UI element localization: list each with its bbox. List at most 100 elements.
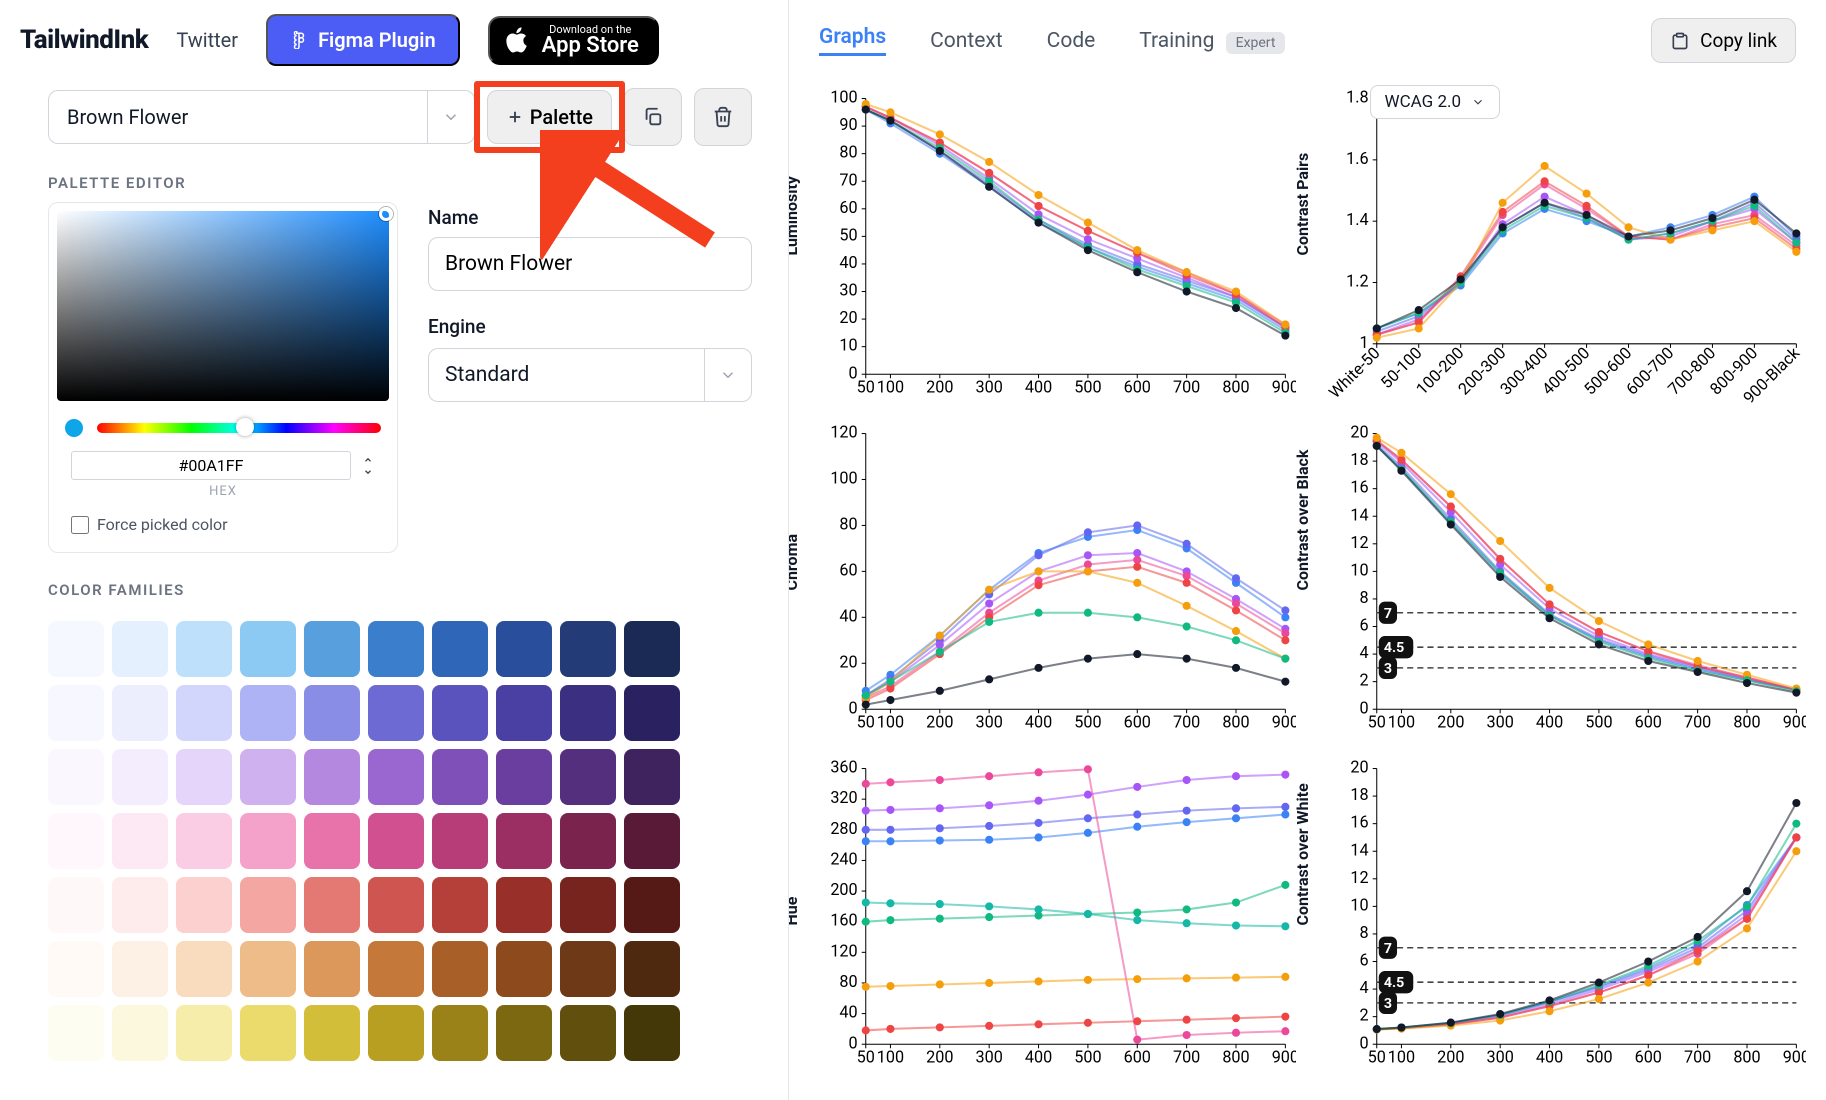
tab-code[interactable]: Code (1047, 29, 1096, 53)
color-swatch[interactable] (240, 813, 296, 869)
copy-palette-button[interactable] (624, 88, 682, 146)
engine-select[interactable]: Standard (428, 348, 752, 402)
color-swatch[interactable] (624, 877, 680, 933)
color-swatch[interactable] (304, 1005, 360, 1061)
color-swatch[interactable] (624, 749, 680, 805)
color-swatch[interactable] (304, 941, 360, 997)
color-swatch[interactable] (176, 749, 232, 805)
force-picked-color[interactable]: Force picked color (57, 499, 389, 534)
color-swatch[interactable] (496, 813, 552, 869)
add-palette-button[interactable]: Palette (487, 90, 612, 144)
color-swatch[interactable] (496, 941, 552, 997)
sv-handle[interactable] (379, 207, 393, 221)
color-swatch[interactable] (560, 941, 616, 997)
color-swatch[interactable] (112, 877, 168, 933)
color-swatch[interactable] (496, 877, 552, 933)
color-swatch[interactable] (624, 685, 680, 741)
chevron-up-icon[interactable] (361, 455, 375, 465)
color-swatch[interactable] (560, 813, 616, 869)
color-swatch[interactable] (560, 685, 616, 741)
color-swatch[interactable] (304, 685, 360, 741)
color-swatch[interactable] (112, 621, 168, 677)
svg-text:120: 120 (830, 941, 857, 960)
color-swatch[interactable] (48, 941, 104, 997)
delete-palette-button[interactable] (694, 88, 752, 146)
color-swatch[interactable] (624, 1005, 680, 1061)
color-swatch[interactable] (560, 1005, 616, 1061)
color-swatch[interactable] (112, 1005, 168, 1061)
color-swatch[interactable] (48, 749, 104, 805)
color-swatch[interactable] (240, 749, 296, 805)
tab-training[interactable]: Training Expert (1139, 29, 1285, 53)
color-swatch[interactable] (304, 749, 360, 805)
chevron-down-icon (704, 348, 752, 402)
color-swatch[interactable] (432, 685, 488, 741)
color-swatch[interactable] (48, 621, 104, 677)
color-swatch[interactable] (48, 877, 104, 933)
apple-icon (502, 25, 532, 55)
color-swatch[interactable] (496, 1005, 552, 1061)
sv-area[interactable] (57, 211, 389, 401)
color-swatch[interactable] (304, 813, 360, 869)
hex-input[interactable] (71, 451, 351, 480)
color-swatch[interactable] (368, 749, 424, 805)
chevron-down-icon[interactable] (361, 467, 375, 477)
color-swatch[interactable] (432, 813, 488, 869)
color-swatch[interactable] (624, 813, 680, 869)
color-swatch[interactable] (368, 685, 424, 741)
color-swatch[interactable] (112, 941, 168, 997)
svg-text:160: 160 (830, 911, 857, 930)
copy-link-button[interactable]: Copy link (1651, 18, 1796, 63)
palette-dropdown[interactable]: Brown Flower (48, 90, 475, 144)
color-swatch[interactable] (48, 685, 104, 741)
color-swatch[interactable] (432, 749, 488, 805)
svg-text:7: 7 (1383, 941, 1391, 957)
color-swatch[interactable] (432, 621, 488, 677)
force-checkbox[interactable] (71, 516, 89, 534)
color-swatch[interactable] (176, 1005, 232, 1061)
color-swatch[interactable] (240, 877, 296, 933)
color-swatch[interactable] (432, 877, 488, 933)
color-swatch[interactable] (560, 621, 616, 677)
color-swatch[interactable] (112, 813, 168, 869)
color-swatch[interactable] (624, 621, 680, 677)
color-swatch[interactable] (368, 877, 424, 933)
name-input[interactable] (428, 237, 752, 291)
color-swatch[interactable] (496, 685, 552, 741)
color-swatch[interactable] (368, 621, 424, 677)
color-swatch[interactable] (112, 685, 168, 741)
color-picker[interactable]: HEX Force picked color (48, 202, 398, 553)
color-swatch[interactable] (432, 941, 488, 997)
twitter-link[interactable]: Twitter (176, 28, 238, 52)
color-swatch[interactable] (624, 941, 680, 997)
color-swatch[interactable] (560, 877, 616, 933)
color-swatch[interactable] (368, 1005, 424, 1061)
tab-graphs[interactable]: Graphs (819, 25, 886, 56)
tab-context[interactable]: Context (930, 29, 1003, 53)
color-swatch[interactable] (304, 877, 360, 933)
color-swatch[interactable] (48, 813, 104, 869)
color-swatch[interactable] (560, 749, 616, 805)
color-swatch[interactable] (176, 877, 232, 933)
color-swatch[interactable] (304, 621, 360, 677)
color-swatch[interactable] (176, 621, 232, 677)
color-swatch[interactable] (240, 941, 296, 997)
color-swatch[interactable] (240, 621, 296, 677)
color-swatch[interactable] (496, 749, 552, 805)
color-swatch[interactable] (432, 1005, 488, 1061)
hue-slider[interactable] (97, 423, 381, 433)
color-swatch[interactable] (112, 749, 168, 805)
color-swatch[interactable] (240, 685, 296, 741)
color-swatch[interactable] (368, 813, 424, 869)
color-swatch[interactable] (176, 941, 232, 997)
hue-handle[interactable] (236, 418, 254, 436)
color-swatch[interactable] (48, 1005, 104, 1061)
color-swatch[interactable] (240, 1005, 296, 1061)
color-swatch[interactable] (368, 941, 424, 997)
color-swatch[interactable] (176, 813, 232, 869)
appstore-button[interactable]: Download on the App Store (488, 16, 659, 65)
wcag-select[interactable]: WCAG 2.0 (1370, 85, 1501, 119)
color-swatch[interactable] (496, 621, 552, 677)
figma-plugin-button[interactable]: Figma Plugin (266, 14, 460, 66)
color-swatch[interactable] (176, 685, 232, 741)
